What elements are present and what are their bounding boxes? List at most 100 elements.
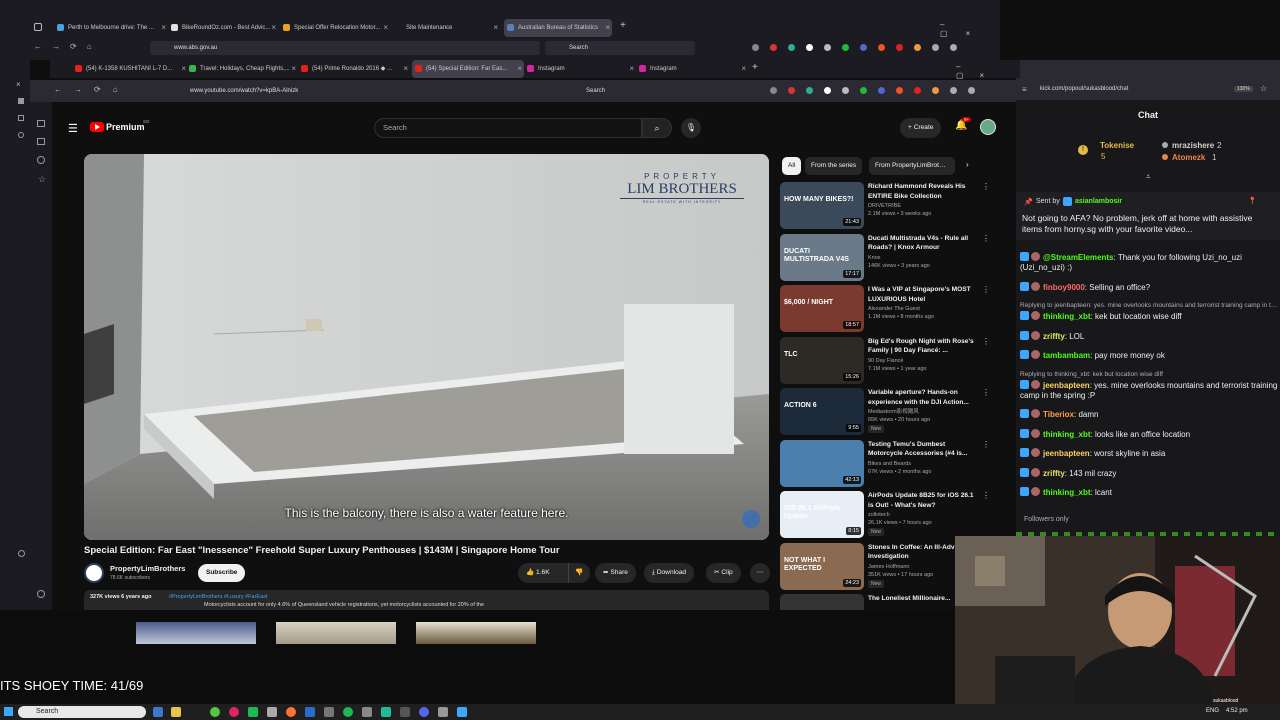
recommendation-item[interactable]: iOS 26.1 AirPods Update 8:15 AirPods Upd… [780,491,990,540]
window-controls[interactable]: –▢× [940,20,1000,38]
hamburger-menu-icon[interactable]: ☰ [68,122,78,135]
recommendation-item[interactable]: TLC 15:26 Big Ed's Rough Night with Rose… [780,336,990,386]
gear-icon[interactable] [37,590,45,598]
chip-all[interactable]: All [782,157,802,175]
chip-from-channel[interactable]: From PropertyLimBrothe... [869,157,955,175]
video-player[interactable]: PROPERTY LIM BROTHERS REAL ESTATE WITH I… [84,154,769,540]
recommendation-channel[interactable]: Bikes and Beards [868,460,978,468]
recommendation-item[interactable]: DUCATI MULTISTRADA V4S 17:17 Ducati Mult… [780,233,990,283]
pinned-sender[interactable]: asianlambosir [1075,198,1122,205]
video-thumbnail[interactable]: $6,000 / NIGHT 18:57 [780,285,864,332]
more-options-icon[interactable]: ⋮ [982,440,990,449]
channel-name[interactable]: PropertyLimBrothers [110,564,185,573]
menu-icon[interactable] [950,44,957,51]
extension-icon[interactable] [806,44,813,51]
back-tab-3[interactable]: Site Maintenance × [392,19,500,37]
taskbar-app-icon[interactable] [153,707,163,717]
extension-icon[interactable] [860,87,867,94]
tab-overview-icon[interactable] [34,23,42,31]
menu-icon[interactable]: ≡ [1022,85,1027,94]
recommendation-title[interactable]: I Was a VIP at Singapore's MOST LUXURIOU… [868,285,978,304]
taskbar-app-icon[interactable] [324,707,334,717]
chat-username[interactable]: zriffty [1043,469,1065,478]
back-search-input[interactable]: Search [545,41,695,55]
star-icon[interactable]: ☆ [38,174,46,185]
recommendation-item[interactable]: 42:13 Testing Temu's Dumbest Motorcycle … [780,439,990,489]
recommendation-channel[interactable]: Mediastorm影视飓风 [868,408,978,416]
clock[interactable]: 4:52 pm [1226,708,1248,714]
recommendation-title[interactable]: AirPods Update 8B25 for iOS 26.1 is Out!… [868,491,978,510]
extension-icon[interactable] [896,87,903,94]
extension-icon[interactable] [878,44,885,51]
extension-icon[interactable] [842,44,849,51]
windows-start-icon[interactable] [4,707,13,716]
front-tab-4[interactable]: Instagram × [524,60,636,78]
more-options-icon[interactable]: ⋮ [982,182,990,191]
back-tab-4[interactable]: Australian Bureau of Statistics × [504,19,612,37]
taskbar-app-icon[interactable] [457,707,467,717]
front-tab-1[interactable]: Travel: Holidays, Cheap Flights,... × [186,60,298,78]
chat-username[interactable]: zriffty [1043,332,1065,341]
close-icon[interactable]: × [605,19,610,37]
channel-branding-icon[interactable] [742,510,760,528]
recommendation-title[interactable]: Ducati Multistrada V4s - Rule all Roads?… [868,234,978,253]
close-icon[interactable]: × [383,19,388,37]
video-thumbnail[interactable]: iOS 26.1 AirPods Update 8:15 [780,491,864,538]
nav-buttons[interactable]: ←→⟳⌂ [34,42,102,51]
recommendation-channel[interactable]: DRIVETRIBE [868,202,978,210]
extension-icon[interactable] [896,44,903,51]
taskbar-app-icon[interactable] [381,707,391,717]
taskbar-app-icon[interactable] [248,707,258,717]
clip-button[interactable]: ✂ Clip [706,563,741,583]
more-options-icon[interactable]: ⋮ [982,234,990,243]
chat-username[interactable]: thinking_xbt [1043,430,1091,439]
history-icon[interactable] [18,115,24,121]
new-tab-icon[interactable]: + [620,20,626,31]
extension-icon[interactable] [752,44,759,51]
recommendation-channel[interactable]: zollotech [868,511,978,519]
new-tab-icon[interactable]: + [752,62,758,73]
video-thumbnail[interactable]: ACTION 6 9:55 [780,388,864,435]
taskbar-app-icon[interactable] [210,707,220,717]
menu-icon[interactable] [968,87,975,94]
language-indicator[interactable]: ENG [1206,708,1219,714]
recommendation-channel[interactable]: Alexander The Guest [868,305,978,313]
recommendation-title[interactable]: Big Ed's Rough Night with Rose's Family … [868,337,978,356]
close-icon[interactable]: × [16,80,21,89]
info-icon[interactable]: ! [1078,145,1088,155]
search-icon[interactable]: ⌕ [642,118,672,138]
more-actions-button[interactable]: ⋯ [750,563,770,583]
downloads-icon[interactable] [18,132,24,138]
extension-icon[interactable] [788,87,795,94]
more-options-icon[interactable]: ⋮ [982,285,990,294]
chat-username[interactable]: @StreamElements [1043,253,1114,262]
chat-username[interactable]: tambambam [1043,351,1090,360]
more-options-icon[interactable]: ⋮ [982,388,990,397]
extension-icon[interactable] [806,87,813,94]
history-icon[interactable] [37,156,45,164]
folder-icon[interactable] [171,707,181,717]
extension-icon[interactable] [824,44,831,51]
nav-buttons[interactable]: ←→⟳⌂ [54,85,130,94]
video-thumbnail[interactable]: HOW MANY BIKES?! 21:43 [780,182,864,229]
front-tab-3[interactable]: (54) Special Edition: Far Eas... × [412,60,524,78]
window-controls[interactable]: –▢× [956,62,1020,80]
taskbar-app-icon[interactable] [267,707,277,717]
close-icon[interactable]: × [291,60,296,78]
yt-search-input[interactable]: Search [374,118,642,138]
download-button[interactable]: ⤓ Download [644,563,695,583]
front-tab-2[interactable]: (54) Prime Ronaldo 2016 ◆ ... × [298,60,410,78]
extension-icon[interactable] [824,87,831,94]
front-tab-0[interactable]: (54) K-1358 KUSHITANI L-7 D... × [72,60,188,78]
extension-icon[interactable] [788,44,795,51]
close-icon[interactable]: × [741,60,746,78]
youtube-logo-icon[interactable] [90,122,104,132]
gear-icon[interactable] [18,550,25,557]
extension-icon[interactable] [914,87,921,94]
extension-icon[interactable] [932,44,939,51]
chat-username[interactable]: finboy9000 [1043,283,1085,292]
avatar[interactable] [980,119,996,135]
close-icon[interactable]: × [629,60,634,78]
chat-username[interactable]: Tiberiox [1043,410,1074,419]
extension-icon[interactable] [878,87,885,94]
